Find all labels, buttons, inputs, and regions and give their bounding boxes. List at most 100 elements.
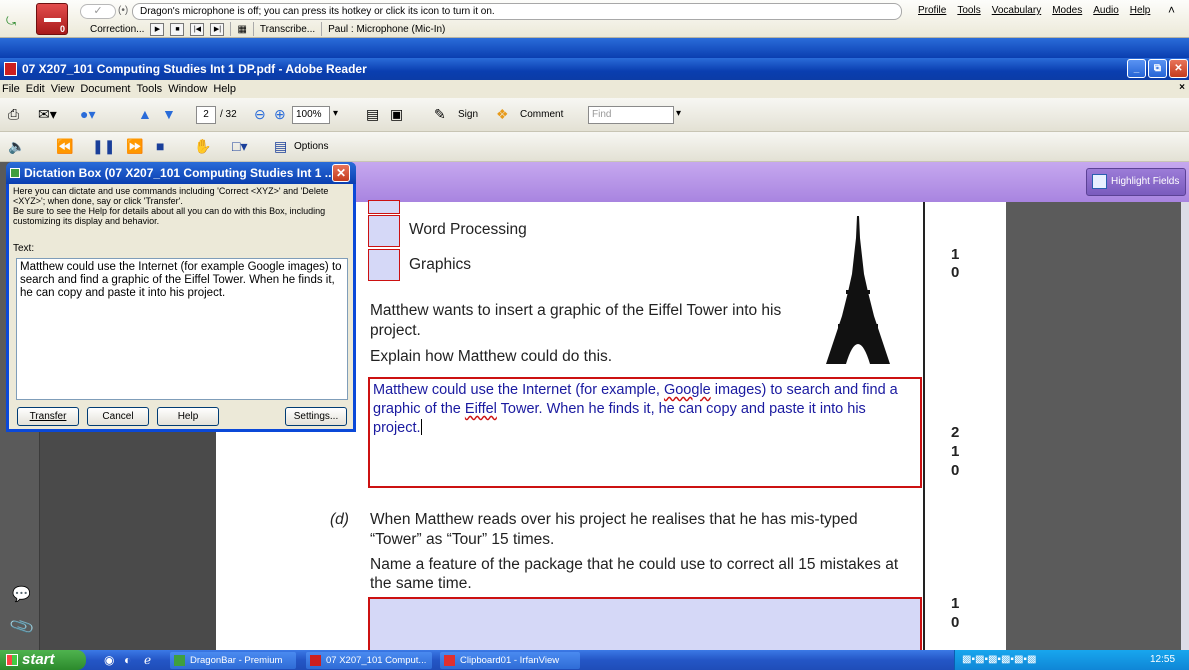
zoom-input[interactable]: 100% bbox=[292, 106, 330, 124]
answer-text-field[interactable]: Matthew could use the Internet (for exam… bbox=[368, 377, 922, 488]
attachments-icon[interactable]: 📎 bbox=[8, 613, 36, 641]
question-d-label: (d) bbox=[330, 511, 349, 528]
collapse-icon[interactable]: ˄ bbox=[1168, 3, 1175, 17]
settings-button[interactable]: Settings... bbox=[285, 407, 347, 426]
fit-page-icon[interactable]: ▣ bbox=[390, 104, 403, 124]
pen-icon[interactable]: ✎ bbox=[434, 104, 446, 124]
quicklaunch-dragon-icon[interactable]: ◉ bbox=[104, 652, 114, 668]
secondary-toolbar: 🔈 ⏪ ❚❚ ⏩ ■ ✋ □▾ ▤ Options bbox=[0, 132, 1189, 162]
comments-panel-icon[interactable]: 💬 bbox=[12, 585, 31, 603]
window-title: 07 X207_101 Computing Studies Int 1 DP.p… bbox=[22, 62, 367, 76]
dictation-box-title-bar: Dictation Box (07 X207_101 Computing Stu… bbox=[6, 162, 356, 184]
next-page-icon[interactable]: ▼ bbox=[162, 104, 176, 124]
options-icon[interactable]: ▤ bbox=[274, 136, 287, 156]
task-label: 07 X207_101 Comput... bbox=[326, 655, 427, 666]
comment-button[interactable]: Comment bbox=[520, 106, 563, 124]
form-checkbox-word-processing[interactable] bbox=[368, 215, 400, 247]
dictation-close-button[interactable]: ✕ bbox=[332, 164, 350, 182]
eiffel-tower-image bbox=[826, 216, 890, 364]
menu-view[interactable]: View bbox=[51, 80, 75, 98]
separator bbox=[230, 22, 232, 36]
answer-d-text-field[interactable] bbox=[368, 597, 922, 652]
page-number-input[interactable]: 2 bbox=[196, 106, 216, 124]
window-frame-top bbox=[0, 38, 1189, 58]
options-button[interactable]: Options bbox=[294, 138, 328, 156]
highlight-fields-button[interactable]: Highlight Fields bbox=[1086, 168, 1186, 196]
form-checkbox-graphics[interactable] bbox=[368, 249, 400, 281]
form-checkbox-partial[interactable] bbox=[368, 200, 400, 214]
dragon-menu-profile[interactable]: Profile bbox=[918, 5, 946, 16]
restore-button[interactable]: ⧉ bbox=[1148, 59, 1167, 78]
vertical-scrollbar[interactable] bbox=[1181, 202, 1189, 650]
select-tool-icon[interactable]: □▾ bbox=[232, 136, 247, 156]
skip-back-icon[interactable]: |◀ bbox=[190, 22, 205, 36]
task-dragonbar[interactable]: DragonBar - Premium bbox=[170, 652, 296, 669]
print-icon[interactable]: ⎙ bbox=[8, 104, 19, 124]
question-c-explain: Explain how Matthew could do this. bbox=[370, 348, 613, 365]
previous-page-icon[interactable]: ▲ bbox=[138, 104, 152, 124]
close-button[interactable]: ✕ bbox=[1169, 59, 1188, 78]
question-d-name-line2: the same time. bbox=[370, 575, 472, 592]
task-irfanview[interactable]: Clipboard01 - IrfanView bbox=[440, 652, 580, 669]
zoom-out-icon[interactable]: ⊖ bbox=[254, 104, 266, 124]
rewind-icon[interactable]: ⏪ bbox=[56, 136, 73, 156]
question-c-line2: project. bbox=[370, 322, 421, 339]
dragon-bar: ⤿ 0 ✓ (•) Dragon's microphone is off; yo… bbox=[0, 0, 1189, 38]
marks-value: 1 bbox=[951, 443, 960, 460]
find-input[interactable]: Find bbox=[588, 106, 674, 124]
dragon-menu-tools[interactable]: Tools bbox=[957, 5, 980, 16]
marks-value: 0 bbox=[951, 614, 960, 631]
transcribe-button[interactable]: Transcribe... bbox=[260, 24, 315, 35]
adobe-reader-icon bbox=[4, 62, 17, 76]
close-document-icon[interactable]: × bbox=[1179, 82, 1185, 93]
task-label: DragonBar - Premium bbox=[190, 655, 283, 666]
dictation-text-area[interactable]: Matthew could use the Internet (for exam… bbox=[16, 258, 348, 400]
hand-tool-icon[interactable]: ✋ bbox=[194, 136, 211, 156]
pause-icon[interactable]: ❚❚ bbox=[92, 136, 115, 156]
dragon-menu-help[interactable]: Help bbox=[1130, 5, 1151, 16]
menu-tools[interactable]: Tools bbox=[137, 80, 163, 98]
read-aloud-icon[interactable]: 🔈 bbox=[8, 136, 25, 156]
menu-help[interactable]: Help bbox=[213, 80, 236, 98]
menu-document[interactable]: Document bbox=[80, 80, 130, 98]
correction-button[interactable]: Correction... bbox=[90, 24, 144, 35]
quicklaunch-browser-icon[interactable]: ◐ bbox=[124, 652, 131, 668]
sign-button[interactable]: Sign bbox=[458, 106, 478, 124]
play-icon[interactable]: ▶ bbox=[150, 22, 165, 36]
checkmark-icon[interactable]: ✓ bbox=[80, 4, 116, 19]
dragon-menu-audio[interactable]: Audio bbox=[1093, 5, 1119, 16]
comment-icon[interactable]: ❖ bbox=[496, 104, 509, 124]
minimize-button[interactable]: _ bbox=[1127, 59, 1146, 78]
clock: 12:55 bbox=[1150, 654, 1176, 665]
skip-forward-icon[interactable]: ▶| bbox=[210, 22, 225, 36]
menu-edit[interactable]: Edit bbox=[26, 80, 45, 98]
option-graphics: Graphics bbox=[409, 256, 472, 273]
microphone-off-icon[interactable]: 0 bbox=[36, 3, 68, 35]
dragon-menu-modes[interactable]: Modes bbox=[1052, 5, 1082, 16]
tray-icons[interactable]: ▩▪▩▪▩▪▩▪▩▪▩ bbox=[962, 652, 1036, 668]
highlight-fields-icon bbox=[1092, 174, 1107, 189]
dragon-menu-vocabulary[interactable]: Vocabulary bbox=[992, 5, 1041, 16]
email-icon[interactable]: ✉▾ bbox=[38, 104, 57, 124]
microphone-selector[interactable]: Paul : Microphone (Mic-In) bbox=[328, 24, 445, 35]
stop-icon[interactable]: ■ bbox=[170, 22, 185, 36]
transfer-button[interactable]: Transfer bbox=[17, 407, 79, 426]
help-button[interactable]: Help bbox=[157, 407, 219, 426]
find-dropdown-icon[interactable]: ▾ bbox=[676, 104, 681, 124]
task-adobe-reader[interactable]: 07 X207_101 Comput... bbox=[306, 652, 432, 669]
question-d-line1: When Matthew reads over his project he r… bbox=[370, 511, 858, 528]
cancel-button[interactable]: Cancel bbox=[87, 407, 149, 426]
separator bbox=[252, 22, 254, 36]
question-d-line2: “Tower” as “Tour” 15 times. bbox=[370, 531, 555, 548]
zoom-in-icon[interactable]: ⊕ bbox=[274, 104, 286, 124]
network-icon[interactable]: ▦ bbox=[237, 24, 246, 35]
stop-icon[interactable]: ■ bbox=[156, 136, 164, 156]
collaborate-icon[interactable]: ●▾ bbox=[80, 104, 95, 124]
zoom-dropdown-icon[interactable]: ▾ bbox=[333, 104, 338, 124]
fit-width-icon[interactable]: ▤ bbox=[366, 104, 379, 124]
menu-file[interactable]: File bbox=[2, 80, 20, 98]
menu-window[interactable]: Window bbox=[168, 80, 207, 98]
fast-forward-icon[interactable]: ⏩ bbox=[126, 136, 143, 156]
reader-title-bar: 07 X207_101 Computing Studies Int 1 DP.p… bbox=[0, 58, 1189, 80]
quicklaunch-ie-icon[interactable]: ℯ bbox=[144, 652, 151, 668]
